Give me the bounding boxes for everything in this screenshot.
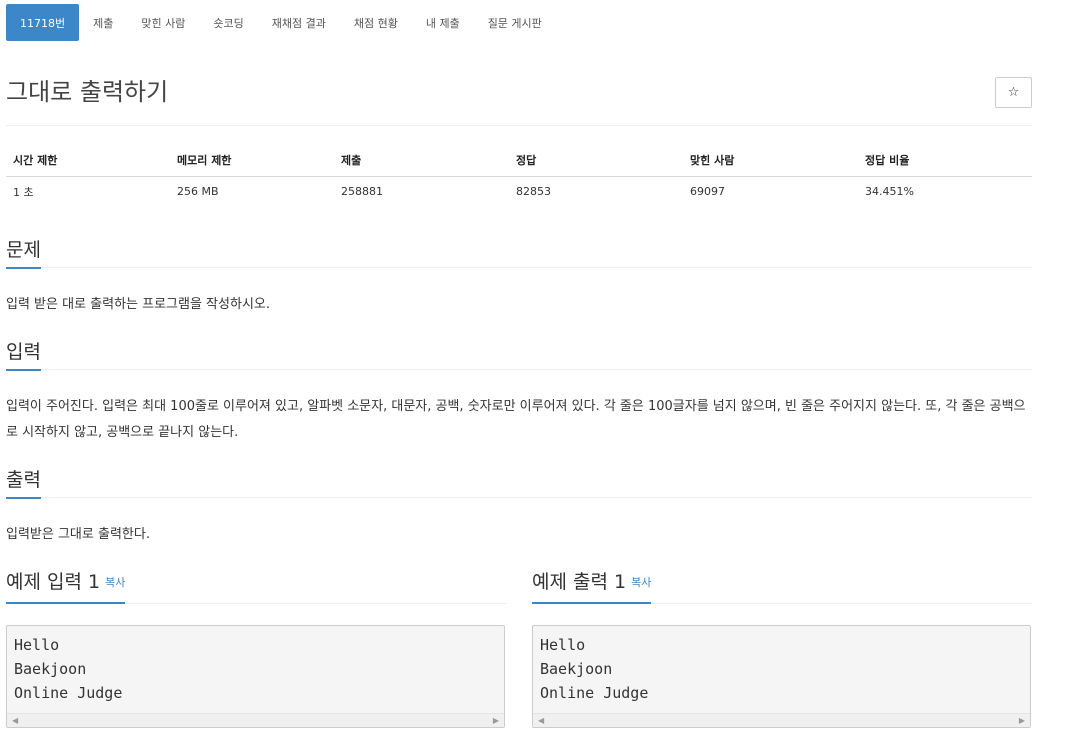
problem-description-section: 문제 입력 받은 대로 출력하는 프로그램을 작성하시오. [6, 236, 1032, 318]
copy-sample-input-link[interactable]: 복사 [105, 576, 125, 589]
problem-info-table: 시간 제한 메모리 제한 제출 정답 맞힌 사람 정답 비율 1 초 256 M… [6, 145, 1032, 207]
tab-judge-status[interactable]: 채점 현황 [340, 4, 412, 41]
sample-output-content: Hello Baekjoon Online Judge [540, 636, 649, 702]
output-description-text: 입력받은 그대로 출력한다. [6, 527, 150, 542]
title-divider [6, 125, 1032, 126]
tab-label: 내 제출 [425, 16, 460, 30]
star-icon: ☆ [1007, 85, 1020, 100]
tab-submit[interactable]: 제출 [79, 4, 127, 41]
scroll-right-arrow-icon[interactable]: ▶ [493, 716, 499, 725]
input-description-text: 입력이 주어진다. 입력은 최대 100줄로 이루어져 있고, 알파벳 소문자,… [6, 399, 1026, 440]
section-header: 출력 [6, 466, 1032, 499]
horizontal-scrollbar[interactable]: ◀ ▶ [533, 713, 1030, 727]
page-title: 그대로 출력하기 [6, 78, 169, 106]
section-heading-input: 입력 [6, 338, 41, 371]
tab-solved-users[interactable]: 맞힌 사람 [127, 4, 199, 41]
section-header: 예제 출력 1 복사 [532, 566, 1032, 604]
sample-input-box[interactable]: Hello Baekjoon Online Judge ◀ ▶ [6, 625, 505, 728]
sample-output-heading: 예제 출력 1 복사 [532, 566, 652, 604]
tab-label: 채점 현황 [353, 16, 398, 30]
tab-label: 맞힌 사람 [141, 16, 186, 30]
section-header: 예제 입력 1 복사 [6, 566, 506, 604]
header-submissions: 제출 [334, 145, 509, 177]
horizontal-scrollbar[interactable]: ◀ ▶ [7, 713, 504, 727]
sample-input-section: 예제 입력 1 복사 Hello Baekjoon Online Judge ◀ … [6, 566, 506, 728]
tab-label: 질문 게시판 [487, 16, 542, 30]
scroll-left-arrow-icon[interactable]: ◀ [538, 716, 544, 725]
sample-input-title: 예제 입력 1 [6, 571, 101, 593]
tab-label: 11718번 [20, 16, 66, 30]
header-time-limit: 시간 제한 [6, 145, 170, 177]
output-section: 출력 입력받은 그대로 출력한다. [6, 466, 1032, 548]
value-memory-limit: 256 MB [177, 185, 219, 199]
section-header: 입력 [6, 338, 1032, 371]
value-submissions: 258881 [341, 185, 383, 199]
sample-output-box[interactable]: Hello Baekjoon Online Judge ◀ ▶ [532, 625, 1031, 728]
header-accepted: 정답 [509, 145, 683, 177]
sample-input-content: Hello Baekjoon Online Judge [14, 636, 123, 702]
input-section: 입력 입력이 주어진다. 입력은 최대 100줄로 이루어져 있고, 알파벳 소… [6, 338, 1032, 446]
sample-output-section: 예제 출력 1 복사 Hello Baekjoon Online Judge ◀ … [532, 566, 1032, 728]
table-row: 1 초 256 MB 258881 82853 69097 34.451% [6, 176, 1032, 207]
table-header-row: 시간 제한 메모리 제한 제출 정답 맞힌 사람 정답 비율 [6, 145, 1032, 177]
tab-short-coding[interactable]: 숏코딩 [199, 4, 257, 41]
tab-label: 제출 [93, 16, 114, 30]
header-solved-users: 맞힌 사람 [683, 145, 858, 177]
tab-label: 숏코딩 [213, 16, 244, 30]
value-solved-users: 69097 [690, 185, 725, 199]
value-accepted: 82853 [516, 185, 551, 199]
favorite-star-button[interactable]: ☆ [995, 77, 1032, 108]
scroll-left-arrow-icon[interactable]: ◀ [12, 716, 18, 725]
copy-sample-output-link[interactable]: 복사 [631, 576, 651, 589]
value-time-limit: 1 초 [13, 185, 34, 199]
header-accept-ratio: 정답 비율 [858, 145, 1032, 177]
header-memory-limit: 메모리 제한 [170, 145, 334, 177]
section-heading-output: 출력 [6, 466, 41, 499]
scroll-right-arrow-icon[interactable]: ▶ [1019, 716, 1025, 725]
sample-input-heading: 예제 입력 1 복사 [6, 566, 126, 604]
section-header: 문제 [6, 236, 1032, 269]
tab-my-submissions[interactable]: 내 제출 [412, 4, 474, 41]
tab-label: 재채점 결과 [271, 16, 326, 30]
value-accept-ratio: 34.451% [865, 185, 914, 199]
problem-menu-tabs: 11718번 제출 맞힌 사람 숏코딩 재채점 결과 채점 현황 내 제출 질문… [6, 4, 556, 41]
tab-question-board[interactable]: 질문 게시판 [474, 4, 556, 41]
section-heading-problem: 문제 [6, 236, 41, 269]
sample-output-title: 예제 출력 1 [532, 571, 627, 593]
tab-rejudge-results[interactable]: 재채점 결과 [258, 4, 340, 41]
tab-problem-number[interactable]: 11718번 [6, 4, 80, 41]
problem-description-text: 입력 받은 대로 출력하는 프로그램을 작성하시오. [6, 297, 270, 312]
